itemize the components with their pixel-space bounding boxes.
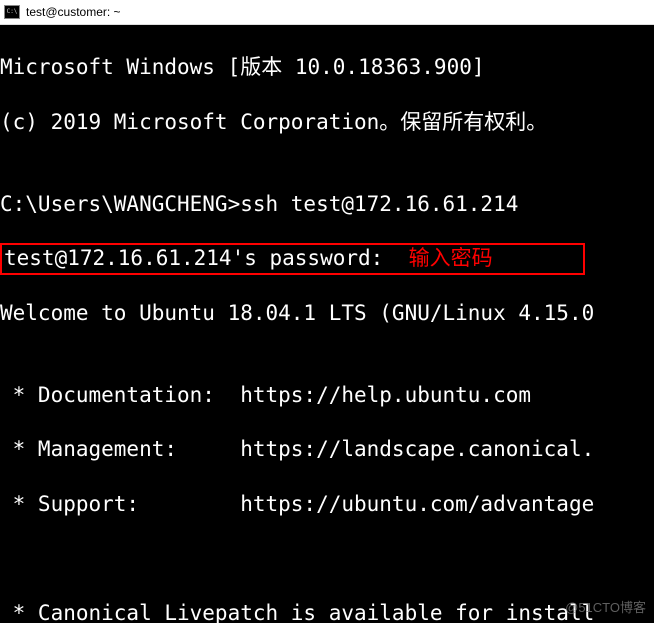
window-titlebar[interactable]: test@customer: ~ [0,0,654,25]
terminal-area[interactable]: Microsoft Windows [版本 10.0.18363.900] (c… [0,25,654,623]
terminal-line: Welcome to Ubuntu 18.04.1 LTS (GNU/Linux… [0,300,654,327]
terminal-line: * Support: https://ubuntu.com/advantage [0,491,654,518]
terminal-line: * Canonical Livepatch is available for i… [0,600,654,623]
terminal-line: C:\Users\WANGCHENG>ssh test@172.16.61.21… [0,191,654,218]
password-prompt-line: test@172.16.61.214's password: 输入密码 [0,245,654,272]
terminal-line: * Management: https://landscape.canonica… [0,436,654,463]
window-title: test@customer: ~ [26,5,121,19]
watermark-text: @51CTO博客 [565,600,646,617]
terminal-line: * Documentation: https://help.ubuntu.com [0,382,654,409]
password-prompt-text: test@172.16.61.214's password: [4,246,409,270]
cmd-icon [4,5,20,19]
annotation-text: 输入密码 [409,246,493,270]
terminal-line: (c) 2019 Microsoft Corporation。保留所有权利。 [0,109,654,136]
terminal-line: Microsoft Windows [版本 10.0.18363.900] [0,54,654,81]
highlight-annotation: test@172.16.61.214's password: 输入密码 [0,243,585,274]
